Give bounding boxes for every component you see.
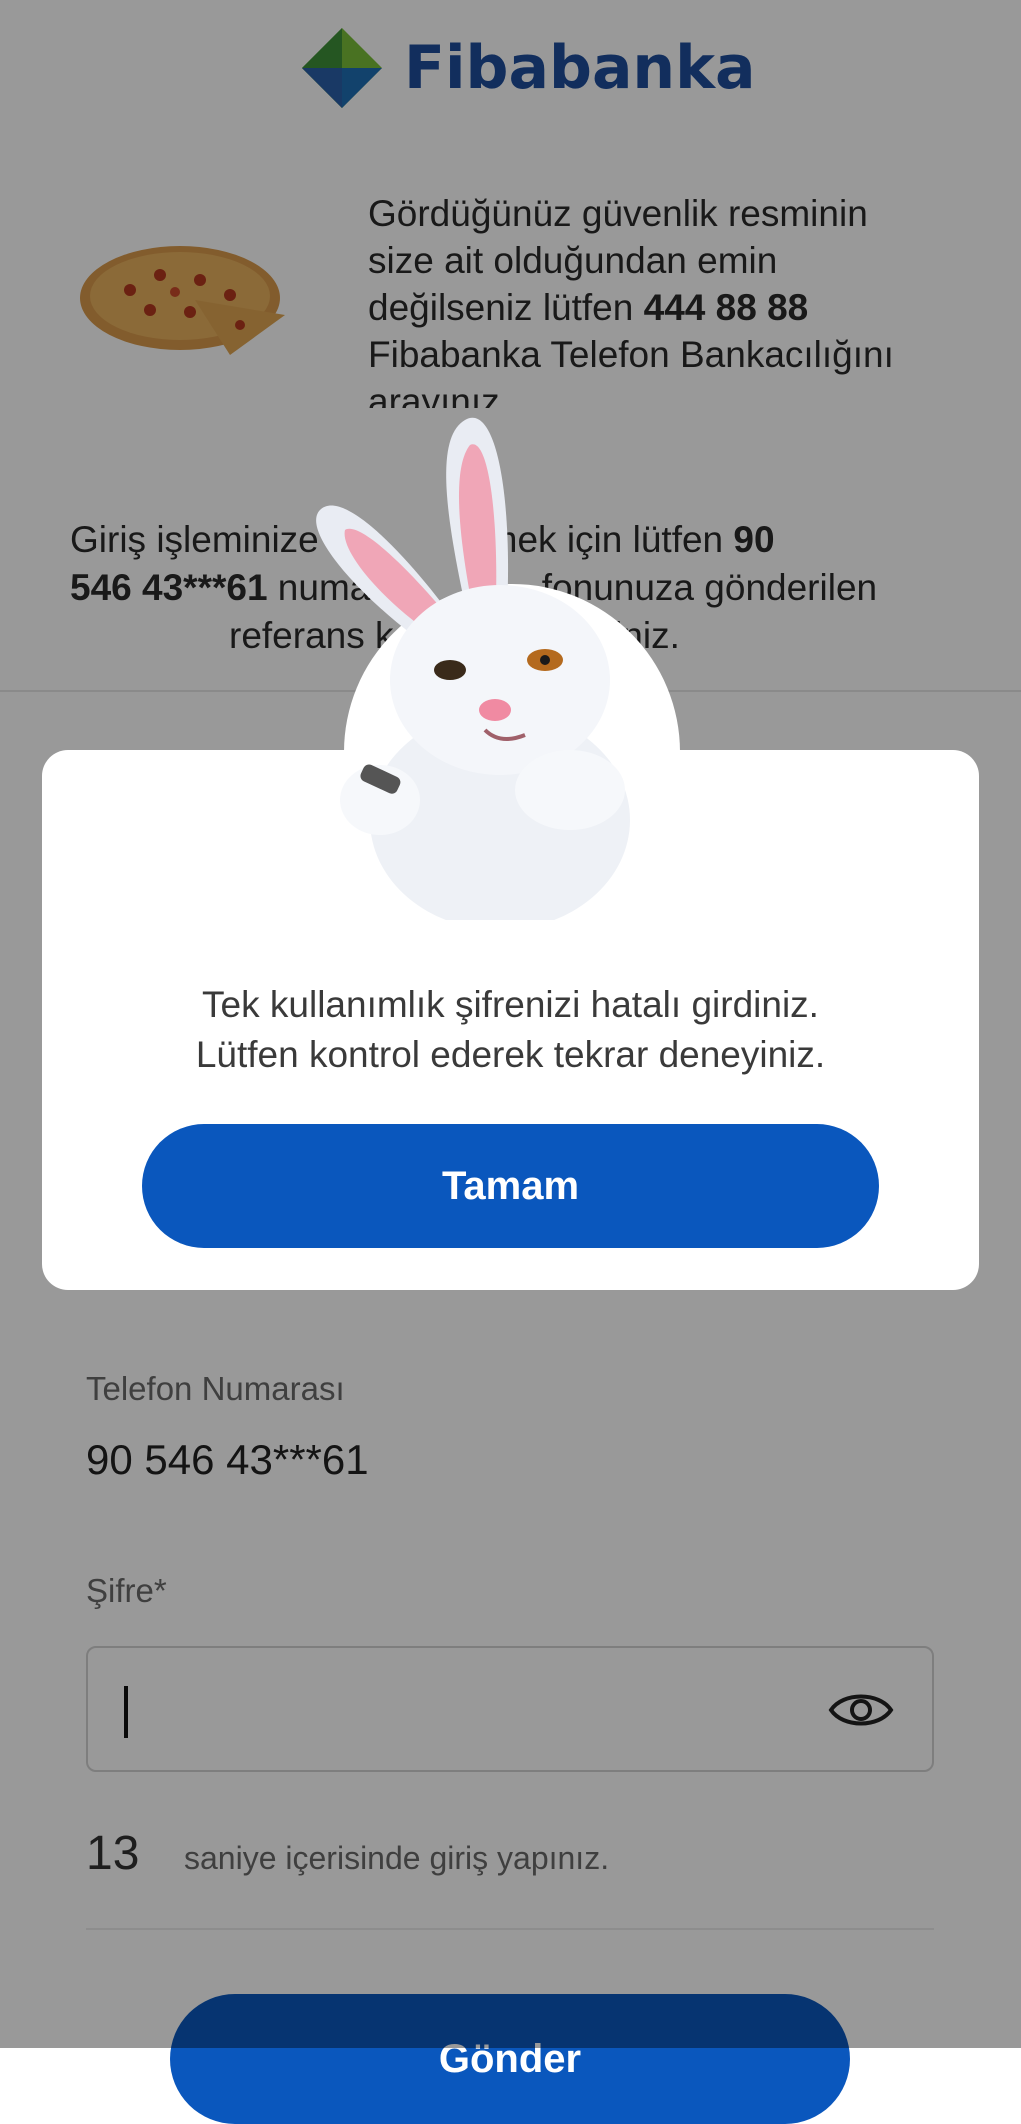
ok-button[interactable]: Tamam bbox=[142, 1124, 879, 1248]
error-message: Tek kullanımlık şifrenizi hatalı girdini… bbox=[195, 984, 826, 1075]
login-page: Fibabanka Gördüğünüz güvenlik resminin s… bbox=[0, 0, 1021, 2124]
rabbit-mascot-icon bbox=[316, 417, 630, 920]
